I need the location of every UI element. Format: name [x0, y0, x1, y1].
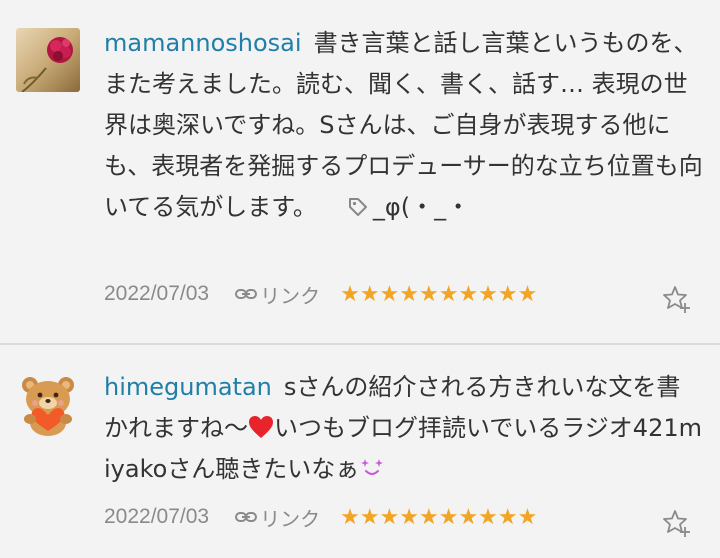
carnation-flower-avatar-icon: [16, 28, 80, 92]
red-heart-icon: [249, 416, 273, 438]
link-label: リンク: [260, 506, 321, 531]
add-star-icon[interactable]: [662, 508, 692, 538]
comment-date: 2022/07/03: [104, 282, 210, 305]
username-link[interactable]: mamannoshosai: [104, 29, 302, 57]
link-button[interactable]: リンク: [235, 280, 320, 309]
username-link[interactable]: himegumatan: [104, 373, 272, 401]
link-icon: [235, 512, 258, 522]
comment-date: 2022/07/03: [104, 505, 210, 528]
bear-holding-heart-avatar-icon: [22, 377, 74, 436]
comment-body: mamannoshosai 書き言葉と話し言葉というものを、また考えました。読む、…: [104, 23, 704, 228]
comment-item: mamannoshosai 書き言葉と話し言葉というものを、また考えました。読む、…: [0, 0, 720, 344]
comment-meta: 2022/07/03 リンク ★★★★★★★★★★: [104, 502, 537, 532]
link-icon: [235, 289, 258, 299]
avatar[interactable]: [16, 28, 80, 92]
star-rating: ★★★★★★★★★★: [340, 504, 538, 530]
comment-body: himegumatan sさんの紹介される方きれいな文を書かれますね〜 いつもブログ…: [104, 367, 704, 490]
sparkling-face-icon: [361, 459, 384, 475]
comment-meta: 2022/07/03 リンク ★★★★★★★★★★: [104, 279, 537, 309]
comment-item: himegumatan sさんの紹介される方きれいな文を書かれますね〜 いつもブログ…: [0, 345, 720, 558]
tag-text[interactable]: _φ(・_・: [373, 193, 470, 221]
star-rating: ★★★★★★★★★★: [340, 281, 538, 307]
link-button[interactable]: リンク: [235, 503, 320, 532]
tag-icon[interactable]: [347, 196, 369, 218]
add-star-icon[interactable]: [662, 284, 692, 314]
avatar[interactable]: [16, 373, 80, 437]
link-label: リンク: [260, 283, 321, 308]
